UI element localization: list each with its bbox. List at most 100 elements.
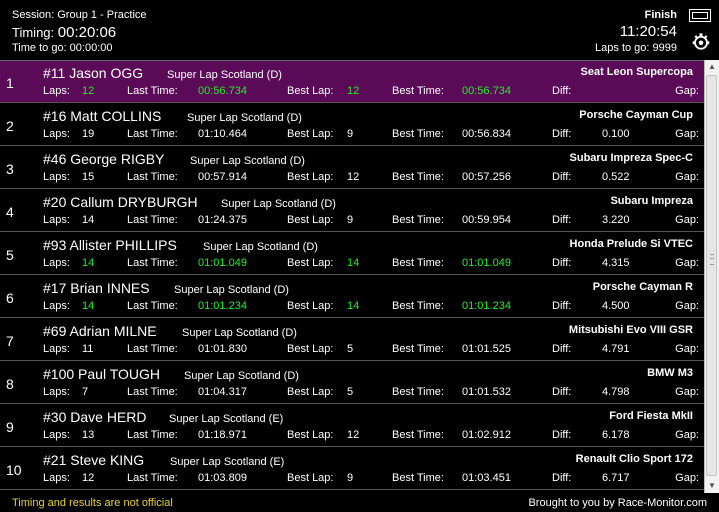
diff-value: 4.791: [602, 343, 630, 355]
laps-value: 11: [82, 343, 94, 355]
disclaimer: Timing and results are not official: [12, 497, 173, 509]
gap-label: Gap:: [675, 429, 699, 441]
laps-label: Laps:: [43, 214, 70, 226]
best-time-value: 00:57.256: [462, 171, 511, 183]
class-label: Super Lap Scotland (D): [203, 241, 318, 253]
best-time-value: 00:59.954: [462, 214, 511, 226]
last-time-label: Last Time:: [127, 300, 178, 312]
laps-value: 13: [82, 429, 95, 441]
gap-label: Gap:: [675, 128, 699, 140]
gear-icon[interactable]: [692, 33, 710, 51]
best-lap-label: Best Lap:: [287, 85, 334, 97]
best-lap-label: Best Lap:: [287, 128, 334, 140]
car-model: Renault Clio Sport 172: [575, 453, 693, 465]
last-time-label: Last Time:: [127, 472, 178, 484]
position: 9: [6, 419, 14, 435]
last-time-value: 01:01.049: [198, 257, 247, 269]
car-model: Ford Fiesta MkII: [609, 410, 693, 422]
driver-name: #20 Callum DRYBURGH: [43, 194, 198, 210]
last-time-value: 01:18.971: [198, 429, 247, 441]
diff-label: Diff:: [552, 214, 572, 226]
fullscreen-icon[interactable]: [689, 9, 711, 22]
laps-label: Laps:: [43, 343, 70, 355]
scrollbar[interactable]: ▲ ▼: [704, 60, 719, 493]
laps-value: 7: [82, 386, 89, 398]
car-model: BMW M3: [647, 367, 693, 379]
laps-label: Laps:: [43, 429, 70, 441]
table-row[interactable]: 3 #46 George RIGBY Super Lap Scotland (D) S…: [0, 147, 704, 189]
best-lap-value: 12: [347, 171, 360, 183]
position: 3: [6, 161, 14, 177]
best-lap-label: Best Lap:: [287, 472, 334, 484]
best-time-label: Best Time:: [392, 214, 444, 226]
laps-value: 14: [82, 214, 95, 226]
best-time-label: Best Time:: [392, 85, 444, 97]
car-model: Mitsubishi Evo VIII GSR: [568, 324, 693, 336]
driver-name: #93 Allister PHILLIPS: [43, 237, 177, 253]
last-time-value: 00:56.734: [198, 85, 247, 97]
gap-label: Gap:: [675, 85, 699, 97]
best-time-label: Best Time:: [392, 171, 444, 183]
gap-label: Gap:: [675, 214, 699, 226]
last-time-label: Last Time:: [127, 128, 178, 140]
laps-value: 14: [82, 300, 95, 312]
results-list[interactable]: 1 #11 Jason OGG Super Lap Scotland (D) Seat…: [0, 60, 704, 494]
last-time-value: 01:01.830: [198, 343, 247, 355]
table-row[interactable]: 5 #93 Allister PHILLIPS Super Lap Scotland…: [0, 233, 704, 275]
last-time-value: 01:24.375: [198, 214, 247, 226]
diff-value: 6.717: [602, 472, 630, 484]
laps-value: 12: [82, 85, 95, 97]
best-time-value: 01:03.451: [462, 472, 511, 484]
position: 8: [6, 376, 14, 392]
best-lap-label: Best Lap:: [287, 429, 334, 441]
driver-name: #69 Adrian MILNE: [43, 323, 157, 339]
laps-label: Laps:: [43, 85, 70, 97]
last-time-value: 00:57.914: [198, 171, 247, 183]
table-row[interactable]: 7 #69 Adrian MILNE Super Lap Scotland (D) M…: [0, 319, 704, 361]
scroll-down-icon[interactable]: ▼: [705, 479, 719, 493]
car-model: Subaru Impreza Spec-C: [569, 152, 693, 164]
class-label: Super Lap Scotland (D): [187, 112, 302, 124]
gap-label: Gap:: [675, 257, 699, 269]
best-lap-label: Best Lap:: [287, 300, 334, 312]
best-time-label: Best Time:: [392, 472, 444, 484]
best-time-value: 01:01.049: [462, 257, 511, 269]
laps-label: Laps:: [43, 472, 70, 484]
last-time-label: Last Time:: [127, 85, 178, 97]
best-lap-value: 5: [347, 386, 354, 398]
best-time-value: 01:01.525: [462, 343, 511, 355]
gap-label: Gap:: [675, 343, 699, 355]
car-model: Seat Leon Supercopa: [580, 66, 693, 78]
position: 10: [6, 462, 22, 478]
best-lap-value: 9: [347, 472, 354, 484]
scroll-up-icon[interactable]: ▲: [705, 60, 719, 74]
best-lap-value: 5: [347, 343, 354, 355]
table-row[interactable]: 2 #16 Matt COLLINS Super Lap Scotland (D) P…: [0, 104, 704, 146]
best-time-label: Best Time:: [392, 343, 444, 355]
diff-label: Diff:: [552, 300, 572, 312]
table-row[interactable]: 10 #21 Steve KING Super Lap Scotland (E) Re…: [0, 448, 704, 490]
footer: Timing and results are not official Brou…: [0, 493, 719, 512]
last-time-label: Last Time:: [127, 214, 178, 226]
car-model: Honda Prelude Si VTEC: [569, 238, 693, 250]
class-label: Super Lap Scotland (E): [169, 413, 284, 425]
class-label: Super Lap Scotland (D): [182, 327, 297, 339]
gap-label: Gap:: [675, 300, 699, 312]
session-header: Session: Group 1 - Practice Timing: 00:2…: [0, 0, 719, 62]
best-lap-label: Best Lap:: [287, 257, 334, 269]
table-row[interactable]: 1 #11 Jason OGG Super Lap Scotland (D) Seat…: [0, 61, 704, 103]
last-time-label: Last Time:: [127, 386, 178, 398]
diff-label: Diff:: [552, 472, 572, 484]
position: 2: [6, 118, 14, 134]
laps-label: Laps:: [43, 128, 70, 140]
best-lap-label: Best Lap:: [287, 171, 334, 183]
scroll-thumb[interactable]: [706, 75, 717, 476]
table-row[interactable]: 6 #17 Brian INNES Super Lap Scotland (D) Po…: [0, 276, 704, 318]
table-row[interactable]: 9 #30 Dave HERD Super Lap Scotland (E) Ford…: [0, 405, 704, 447]
session-name: Session: Group 1 - Practice: [12, 9, 147, 21]
last-time-label: Last Time:: [127, 429, 178, 441]
table-row[interactable]: 4 #20 Callum DRYBURGH Super Lap Scotland (…: [0, 190, 704, 232]
table-row[interactable]: 8 #100 Paul TOUGH Super Lap Scotland (D) BM…: [0, 362, 704, 404]
driver-name: #16 Matt COLLINS: [43, 108, 162, 124]
class-label: Super Lap Scotland (D): [167, 69, 282, 81]
